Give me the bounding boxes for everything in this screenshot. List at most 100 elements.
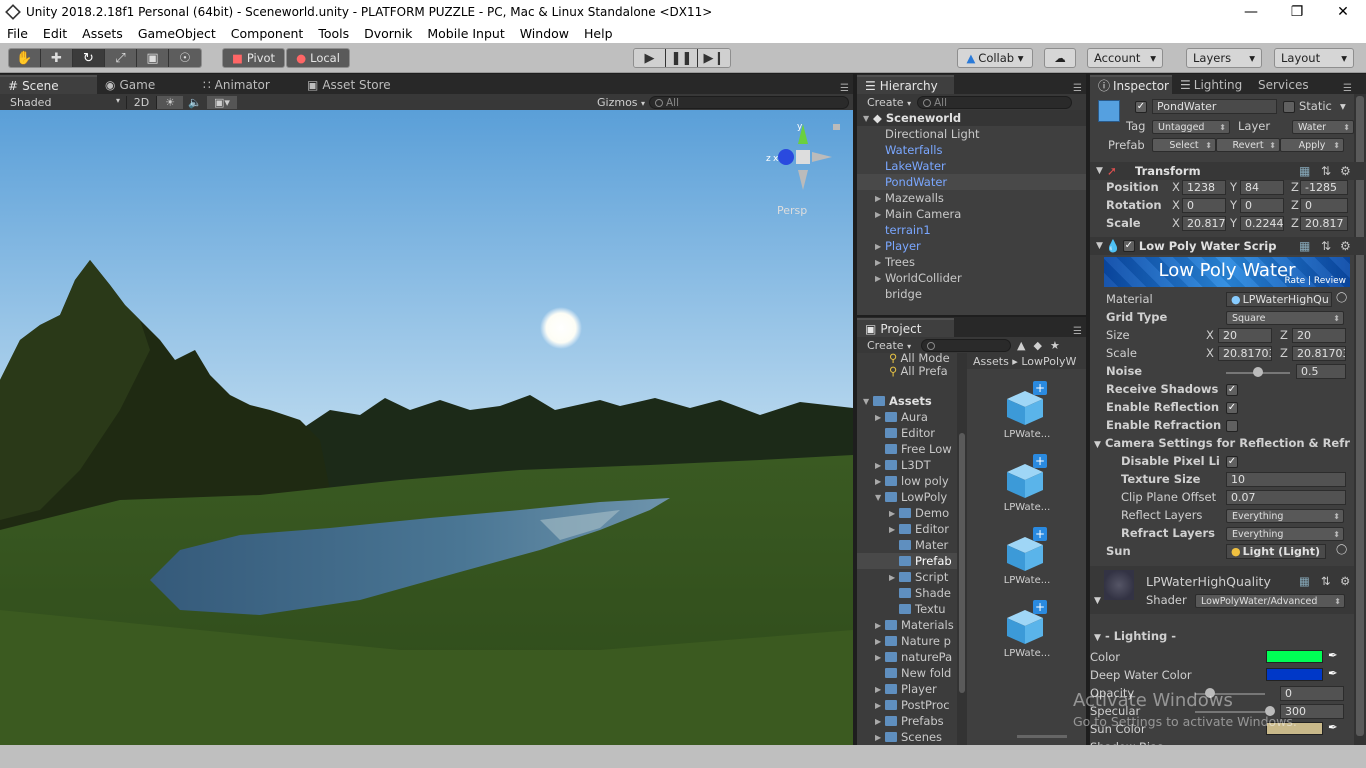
help-icon[interactable]: ▦ bbox=[1299, 574, 1310, 588]
shading-dropdown[interactable]: Shaded ▾ bbox=[0, 95, 127, 109]
menu-file[interactable]: File bbox=[0, 26, 36, 41]
hierarchy-item[interactable]: LakeWater bbox=[857, 158, 1086, 174]
menu-help[interactable]: Help bbox=[577, 26, 621, 41]
size-z-field[interactable]: 20 bbox=[1292, 328, 1346, 343]
audio-toggle-icon[interactable]: 🔈 bbox=[183, 96, 207, 109]
refract-layers-dropdown[interactable]: Everything bbox=[1226, 527, 1344, 541]
pivot-toggle[interactable]: ■ Pivot bbox=[222, 48, 285, 68]
foldout-arrow-icon[interactable]: ▶ bbox=[875, 701, 885, 710]
project-search-input[interactable] bbox=[921, 338, 1011, 352]
prefab-select-button[interactable]: Select bbox=[1152, 138, 1216, 152]
settings-gear-icon[interactable]: ⚙ bbox=[1340, 164, 1351, 178]
foldout-arrow-icon[interactable]: ▶ bbox=[875, 653, 885, 662]
layers-dropdown[interactable]: Layers ▾ bbox=[1186, 48, 1262, 68]
tag-dropdown[interactable]: Untagged bbox=[1152, 120, 1230, 134]
foldout-arrow-icon[interactable]: ▼ bbox=[875, 493, 885, 502]
camera-settings-foldout[interactable]: ▼ Camera Settings for Reflection & Refr bbox=[1094, 436, 1350, 450]
sun-field[interactable]: ● Light (Light) bbox=[1226, 544, 1326, 559]
hierarchy-item[interactable]: PondWater bbox=[857, 174, 1086, 190]
hierarchy-item[interactable]: Directional Light bbox=[857, 126, 1086, 142]
account-dropdown[interactable]: Account ▾ bbox=[1087, 48, 1163, 68]
tab-inspector[interactable]: ⓘ Inspector bbox=[1090, 75, 1172, 94]
banner-rate-review[interactable]: Rate | Review bbox=[1284, 276, 1346, 286]
menu-tools[interactable]: Tools bbox=[311, 26, 357, 41]
hierarchy-item[interactable]: bridge bbox=[857, 286, 1086, 302]
project-folder-item[interactable]: ▶ Nature p bbox=[857, 633, 957, 649]
tab-lighting[interactable]: ☰ Lighting bbox=[1172, 75, 1250, 94]
settings-gear-icon[interactable]: ⚙ bbox=[1340, 574, 1350, 588]
project-folder-item[interactable]: Free Low bbox=[857, 441, 957, 457]
scene-root[interactable]: ▼ ◆ Sceneworld bbox=[857, 110, 1086, 126]
noise-slider-handle[interactable] bbox=[1253, 367, 1263, 377]
foldout-arrow-icon[interactable]: ▼ bbox=[1094, 596, 1101, 606]
scene-search-input[interactable]: All bbox=[649, 95, 849, 109]
texture-size-field[interactable]: 10 bbox=[1226, 472, 1346, 487]
lighting-toggle-icon[interactable]: ☀ bbox=[157, 95, 183, 109]
lowpoly-water-header[interactable]: ▼ 💧 ✓ Low Poly Water Scrip ▦ ⇅ ⚙ bbox=[1090, 237, 1366, 255]
icon-size-slider[interactable] bbox=[1017, 735, 1067, 738]
scale-tool-icon[interactable]: ⤢ bbox=[105, 49, 137, 67]
breadcrumb-lowpolywater[interactable]: LowPolyW bbox=[1021, 355, 1076, 368]
pause-icon[interactable]: ❚❚ bbox=[666, 49, 698, 67]
project-menu-icon[interactable]: ☰ bbox=[1073, 326, 1086, 337]
breadcrumb-assets[interactable]: Assets bbox=[973, 355, 1009, 368]
inspector-menu-icon[interactable]: ☰ bbox=[1343, 83, 1366, 94]
hierarchy-menu-icon[interactable]: ☰ bbox=[1073, 83, 1086, 94]
prefab-asset-item[interactable]: + LPWate... bbox=[997, 527, 1057, 595]
assets-root[interactable]: ▼ Assets bbox=[857, 393, 957, 409]
local-toggle[interactable]: ● Local bbox=[286, 48, 350, 68]
foldout-arrow-icon[interactable]: ▶ bbox=[875, 637, 885, 646]
foldout-arrow-icon[interactable]: ▶ bbox=[875, 274, 885, 283]
layer-dropdown[interactable]: Water bbox=[1292, 120, 1354, 134]
transform-header[interactable]: ▼ ➚ Transform ▦ ⇅ ⚙ bbox=[1090, 162, 1366, 180]
help-icon[interactable]: ▦ bbox=[1299, 239, 1310, 253]
project-folder-item[interactable]: ▶ Player bbox=[857, 681, 957, 697]
hand-tool-icon[interactable]: ✋ bbox=[9, 49, 41, 67]
hierarchy-item[interactable]: ▶ WorldCollider bbox=[857, 270, 1086, 286]
project-folder-item[interactable]: Editor bbox=[857, 425, 957, 441]
cloud-button[interactable]: ☁ bbox=[1044, 48, 1076, 68]
project-folder-item[interactable]: ▶ naturePa bbox=[857, 649, 957, 665]
foldout-arrow-icon[interactable]: ▶ bbox=[889, 525, 899, 534]
project-folder-item[interactable]: ▶ L3DT bbox=[857, 457, 957, 473]
prefab-revert-button[interactable]: Revert bbox=[1216, 138, 1280, 152]
active-checkbox[interactable]: ✓ bbox=[1135, 101, 1147, 113]
foldout-arrow-icon[interactable]: ▶ bbox=[889, 509, 899, 518]
foldout-arrow-icon[interactable]: ▶ bbox=[889, 573, 899, 582]
settings-gear-icon[interactable]: ⚙ bbox=[1340, 239, 1351, 253]
move-tool-icon[interactable]: ✚ bbox=[41, 49, 73, 67]
project-folder-item[interactable]: ▶ Prefabs bbox=[857, 713, 957, 729]
project-folder-item[interactable]: ▶ Scenes bbox=[857, 729, 957, 745]
foldout-arrow-icon[interactable]: ▶ bbox=[875, 242, 885, 251]
rotation-y-field[interactable]: 0 bbox=[1240, 198, 1284, 213]
foldout-arrow-icon[interactable]: ▶ bbox=[875, 685, 885, 694]
project-folder-item[interactable]: ▶ Script bbox=[857, 569, 957, 585]
foldout-arrow-icon[interactable]: ▶ bbox=[875, 413, 885, 422]
hierarchy-item[interactable]: terrain1 bbox=[857, 222, 1086, 238]
project-folder-item[interactable]: Prefab bbox=[857, 553, 957, 569]
project-folder-item[interactable]: ▶ PostProc bbox=[857, 697, 957, 713]
menu-assets[interactable]: Assets bbox=[75, 26, 131, 41]
hierarchy-item[interactable]: ▶ Main Camera bbox=[857, 206, 1086, 222]
grid-scale-x-field[interactable]: 20.81703 bbox=[1218, 346, 1272, 361]
grid-scale-z-field[interactable]: 20.81703 bbox=[1292, 346, 1346, 361]
rotation-x-field[interactable]: 0 bbox=[1182, 198, 1226, 213]
foldout-arrow-icon[interactable]: ▶ bbox=[875, 477, 885, 486]
noise-field[interactable]: 0.5 bbox=[1296, 364, 1346, 379]
hierarchy-item[interactable]: ▶ Trees bbox=[857, 254, 1086, 270]
position-z-field[interactable]: -1285 bbox=[1300, 180, 1348, 195]
foldout-arrow-icon[interactable]: ▶ bbox=[875, 733, 885, 742]
project-folder-item[interactable]: ▼ LowPoly bbox=[857, 489, 957, 505]
tab-project[interactable]: ▣ Project bbox=[857, 318, 954, 337]
scale-y-field[interactable]: 0.2244 bbox=[1240, 216, 1284, 231]
project-folder-item[interactable]: ▶ Aura bbox=[857, 409, 957, 425]
eyedropper-icon[interactable]: ✒ bbox=[1328, 648, 1338, 662]
tab-asset-store[interactable]: ▣ Asset Store bbox=[299, 75, 409, 94]
enable-refraction-checkbox[interactable] bbox=[1226, 420, 1238, 432]
enable-reflection-checkbox[interactable]: ✓ bbox=[1226, 402, 1238, 414]
grid-type-dropdown[interactable]: Square bbox=[1226, 311, 1344, 325]
component-enabled-checkbox[interactable]: ✓ bbox=[1122, 240, 1135, 252]
transform-tool-icon[interactable]: ☉ bbox=[169, 49, 201, 67]
deep-water-color-swatch[interactable] bbox=[1266, 668, 1323, 681]
preset-icon[interactable]: ⇅ bbox=[1321, 239, 1331, 253]
